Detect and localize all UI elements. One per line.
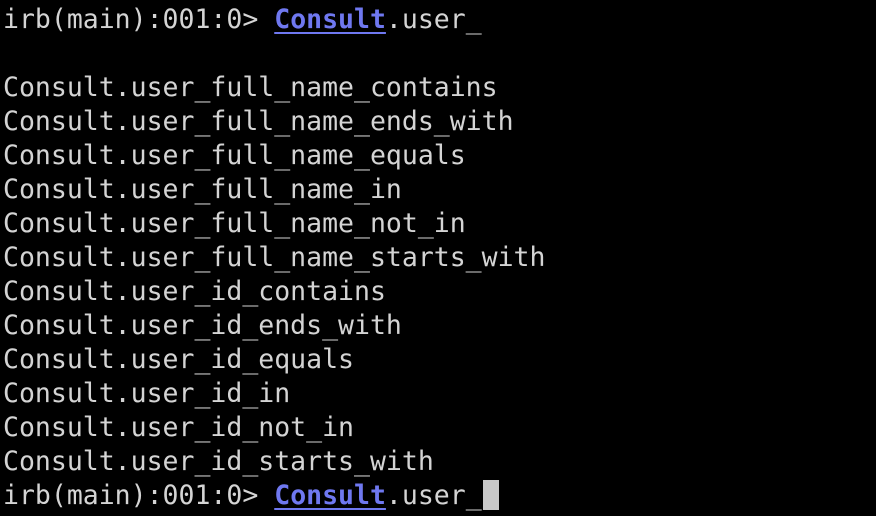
completion-item: Consult.user_id_in: [3, 378, 291, 409]
completion-item: Consult.user_full_name_starts_with: [3, 242, 546, 273]
prompt-line-1: irb(main):001:0> Consult.user_: [3, 3, 482, 37]
prompt-input: .user_: [385, 4, 482, 35]
prompt-input[interactable]: .user_: [386, 480, 482, 511]
completion-item: Consult.user_full_name_contains: [3, 72, 498, 103]
completion-item: Consult.user_id_equals: [3, 344, 354, 375]
constant-name: Consult: [274, 480, 386, 511]
prompt-text: irb(main):001:0>: [3, 480, 275, 511]
completion-item: Consult.user_id_starts_with: [3, 446, 434, 477]
completion-item: Consult.user_full_name_ends_with: [3, 106, 514, 137]
prompt-line-2[interactable]: irb(main):001:0> Consult.user_: [3, 479, 499, 513]
constant-name: Consult: [274, 4, 386, 35]
completion-item: Consult.user_id_not_in: [3, 412, 354, 443]
completion-item: Consult.user_id_ends_with: [3, 310, 402, 341]
prompt-text: irb(main):001:0>: [3, 4, 275, 35]
text-cursor: [482, 480, 499, 510]
completion-item: Consult.user_full_name_not_in: [3, 208, 466, 239]
completion-item: Consult.user_full_name_equals: [3, 140, 466, 171]
completion-item: Consult.user_full_name_in: [3, 174, 402, 205]
terminal-window[interactable]: irb(main):001:0> Consult.user_ Consult.u…: [0, 0, 876, 516]
completion-item: Consult.user_id_contains: [3, 276, 386, 307]
